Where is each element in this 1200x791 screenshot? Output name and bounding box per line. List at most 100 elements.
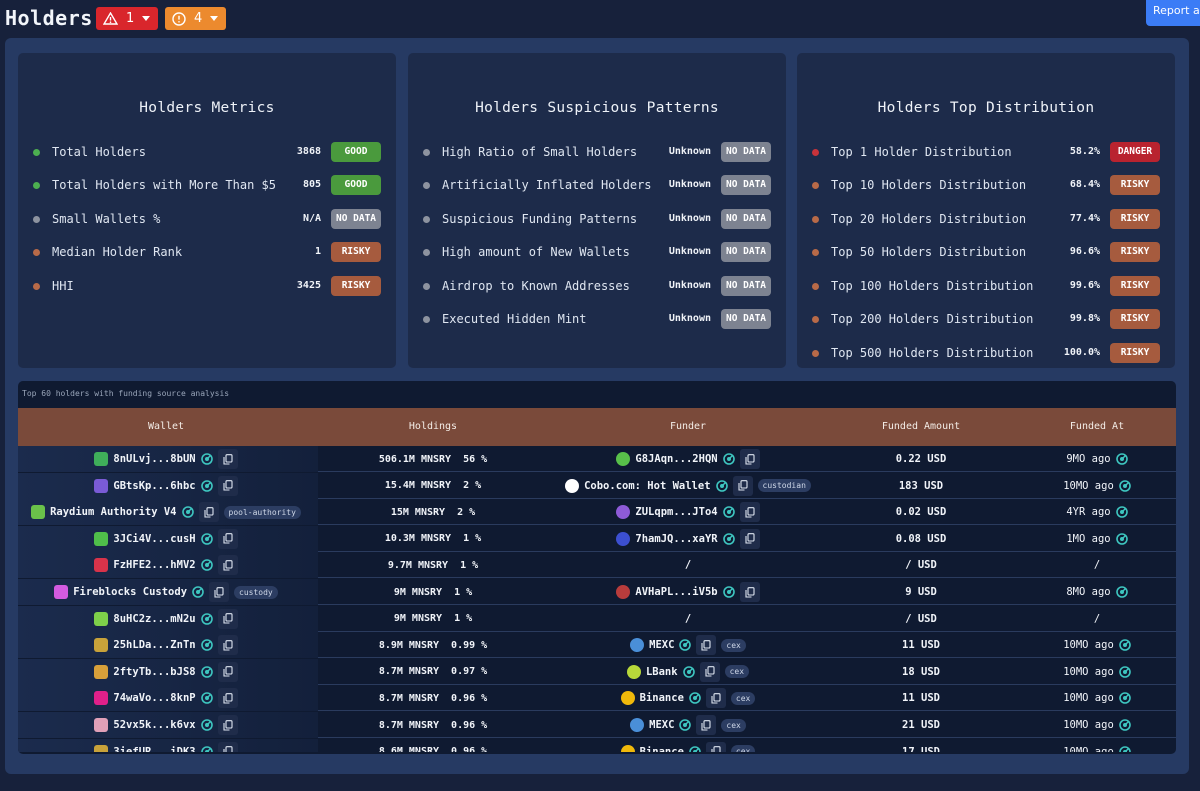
table-row[interactable]: Fireblocks Custody custody 9M MNSRY 1 % AVH…: [18, 579, 1176, 605]
radar-icon[interactable]: [1118, 639, 1131, 651]
funder-name[interactable]: AVHaPL...iV5b: [635, 586, 717, 598]
radar-icon[interactable]: [1118, 692, 1131, 705]
radar-icon[interactable]: [715, 479, 728, 492]
radar-icon[interactable]: [200, 692, 213, 705]
copy-button[interactable]: [217, 715, 238, 735]
radar-icon[interactable]: [722, 453, 735, 465]
column-header-funded-amount[interactable]: Funded Amount: [824, 408, 1018, 446]
table-row[interactable]: 3iefUR...iDK3 8.6M MNSRY 0.96 % Binance cex…: [18, 738, 1176, 752]
table-row[interactable]: 2ftyTb...bJS8 8.7M MNSRY 0.97 % LBank cex 18…: [18, 658, 1176, 685]
copy-button[interactable]: [198, 502, 219, 523]
radar-icon[interactable]: [200, 532, 213, 545]
radar-icon[interactable]: [200, 612, 213, 625]
copy-button[interactable]: [739, 449, 760, 469]
wallet-address[interactable]: 3iefUR...iDK3: [113, 746, 195, 752]
copy-button[interactable]: [696, 635, 717, 656]
funder-name[interactable]: LBank: [646, 666, 678, 678]
wallet-address[interactable]: 3JCi4V...cusH: [113, 533, 195, 545]
wallet-cell: GBtsKp...6hbc: [18, 473, 314, 499]
funder-name[interactable]: G8JAqn...2HQN: [635, 453, 717, 465]
wallet-address[interactable]: 52vx5k...k6vx: [113, 719, 195, 731]
table-row[interactable]: 8nULvj...8bUN 506.1M MNSRY 56 % G8JAqn...2…: [18, 446, 1176, 472]
funder-name[interactable]: Binance: [640, 692, 684, 704]
radar-icon[interactable]: [200, 665, 213, 678]
radar-icon[interactable]: [1118, 719, 1131, 731]
radar-icon[interactable]: [192, 586, 204, 598]
radar-icon[interactable]: [200, 453, 213, 465]
radar-icon[interactable]: [722, 506, 735, 518]
copy-icon: [701, 639, 711, 651]
copy-button[interactable]: [705, 741, 726, 752]
radar-icon[interactable]: [682, 665, 695, 678]
radar-icon[interactable]: [689, 692, 701, 705]
wallet-address[interactable]: 25hLDa...ZnTn: [113, 639, 195, 651]
radar-icon[interactable]: [1118, 665, 1131, 678]
column-header-wallet[interactable]: Wallet: [18, 408, 314, 446]
report-button[interactable]: Report ag: [1146, 0, 1200, 26]
copy-button[interactable]: [739, 502, 760, 523]
table-row[interactable]: 8uHC2z...mN2u 9M MNSRY 1 % / / USD /: [18, 605, 1176, 632]
radar-icon[interactable]: [679, 639, 692, 651]
danger-alerts-dropdown[interactable]: 1: [96, 7, 158, 30]
funder-name[interactable]: MEXC: [649, 719, 674, 731]
funder-name[interactable]: MEXC: [649, 639, 674, 651]
copy-button[interactable]: [696, 715, 717, 735]
radar-icon[interactable]: [1115, 586, 1128, 598]
copy-button[interactable]: [705, 688, 726, 709]
copy-button[interactable]: [217, 528, 238, 549]
funder-name[interactable]: ZULqpm...JTo4: [635, 506, 717, 518]
copy-button[interactable]: [217, 741, 238, 752]
radar-icon[interactable]: [679, 719, 692, 731]
radar-icon[interactable]: [1115, 506, 1128, 518]
radar-icon[interactable]: [200, 559, 213, 572]
table-row[interactable]: FzHFE2...hMV2 9.7M MNSRY 1 % / / USD /: [18, 552, 1176, 579]
warning-alerts-dropdown[interactable]: 4: [165, 7, 226, 30]
column-header-funded-at[interactable]: Funded At: [1018, 408, 1176, 446]
copy-button[interactable]: [217, 608, 238, 629]
copy-button[interactable]: [217, 635, 238, 656]
copy-button[interactable]: [217, 688, 238, 709]
copy-button[interactable]: [732, 475, 753, 496]
column-header-funder[interactable]: Funder: [552, 408, 824, 446]
wallet-address[interactable]: Raydium Authority V4: [50, 506, 176, 518]
wallet-address[interactable]: 74waVo...8knP: [113, 692, 195, 704]
table-row[interactable]: GBtsKp...6hbc 15.4M MNSRY 2 % Cobo.com: Ho…: [18, 472, 1176, 499]
radar-icon[interactable]: [1118, 745, 1131, 752]
wallet-address[interactable]: 8nULvj...8bUN: [113, 453, 195, 465]
table-row[interactable]: 25hLDa...ZnTn 8.9M MNSRY 0.99 % MEXC cex 11 …: [18, 632, 1176, 659]
wallet-address[interactable]: GBtsKp...6hbc: [113, 480, 195, 492]
table-row[interactable]: Raydium Authority V4 pool-authority 15M MN…: [18, 499, 1176, 526]
copy-button[interactable]: [209, 582, 230, 602]
holdings-cell: 8.6M MNSRY 0.96 %: [314, 739, 552, 752]
radar-icon[interactable]: [689, 745, 701, 752]
wallet-address[interactable]: 8uHC2z...mN2u: [113, 613, 195, 625]
table-row[interactable]: 74waVo...8knP 8.7M MNSRY 0.96 % Binance cex…: [18, 685, 1176, 712]
column-header-holdings[interactable]: Holdings: [314, 408, 552, 446]
copy-button[interactable]: [739, 528, 760, 549]
funder-name[interactable]: 7hamJQ...xaYR: [635, 533, 717, 545]
funded-amount-value: 11 USD: [902, 639, 940, 652]
radar-icon[interactable]: [1118, 479, 1131, 492]
funder-name[interactable]: Binance: [640, 746, 684, 752]
copy-button[interactable]: [739, 582, 760, 602]
copy-button[interactable]: [699, 661, 720, 682]
table-row[interactable]: 52vx5k...k6vx 8.7M MNSRY 0.96 % MEXC cex 21 …: [18, 712, 1176, 738]
radar-icon[interactable]: [722, 586, 735, 598]
copy-button[interactable]: [217, 475, 238, 496]
copy-button[interactable]: [217, 661, 238, 682]
copy-button[interactable]: [217, 555, 238, 576]
radar-icon[interactable]: [1115, 453, 1128, 465]
copy-button[interactable]: [217, 449, 238, 469]
radar-icon[interactable]: [722, 532, 735, 545]
radar-icon[interactable]: [1115, 532, 1128, 545]
radar-icon[interactable]: [181, 506, 194, 518]
wallet-address[interactable]: 2ftyTb...bJS8: [113, 666, 195, 678]
radar-icon[interactable]: [200, 639, 213, 651]
table-row[interactable]: 3JCi4V...cusH 10.3M MNSRY 1 % 7hamJQ...xaY…: [18, 525, 1176, 552]
radar-icon[interactable]: [200, 745, 213, 752]
radar-icon[interactable]: [200, 719, 213, 731]
funder-name[interactable]: Cobo.com: Hot Wallet: [584, 480, 710, 492]
wallet-address[interactable]: Fireblocks Custody: [73, 586, 187, 598]
radar-icon[interactable]: [200, 479, 213, 492]
wallet-address[interactable]: FzHFE2...hMV2: [113, 559, 195, 571]
